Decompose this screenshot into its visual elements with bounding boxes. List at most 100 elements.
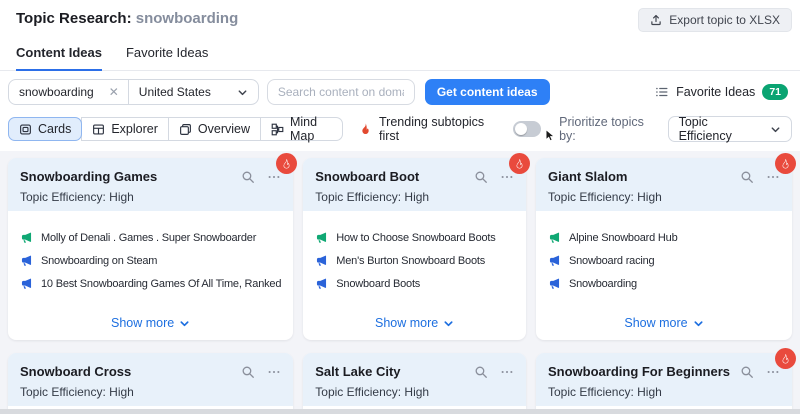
search-icon[interactable]	[241, 170, 255, 184]
view-mind-map-label: Mind Map	[290, 115, 332, 143]
card-items: Alpine Snowboard Hub Snowboard racing Sn…	[536, 211, 792, 290]
card-efficiency: Topic Efficiency: High	[315, 385, 514, 399]
search-icon[interactable]	[474, 365, 488, 379]
mindmap-view-icon	[271, 123, 284, 136]
chevron-down-icon	[443, 318, 454, 329]
megaphone-icon	[20, 277, 33, 290]
favorite-ideas-label: Favorite Ideas	[676, 85, 755, 99]
subtopic-headline[interactable]: Molly of Denali . Games . Super Snowboar…	[20, 231, 281, 244]
tab-favorite-ideas-label: Favorite Ideas	[126, 45, 208, 60]
megaphone-icon	[315, 277, 328, 290]
search-icon[interactable]	[740, 365, 754, 379]
card-efficiency: Topic Efficiency: High	[20, 190, 281, 204]
views-row: Cards Explorer Overview	[0, 113, 800, 151]
close-icon[interactable]: ✕	[100, 86, 128, 98]
show-more-button[interactable]: Show more	[303, 315, 526, 331]
item-text: Snowboard racing	[569, 255, 654, 267]
subtopic-headline[interactable]: How to Choose Snowboard Boots	[315, 231, 514, 244]
page-title-query: snowboarding	[136, 10, 239, 27]
item-text: Men's Burton Snowboard Boots	[336, 255, 485, 267]
topic-card: Salt Lake City Topic Efficiency: High	[303, 353, 526, 414]
get-content-ideas-button[interactable]: Get content ideas	[425, 79, 550, 105]
cards-view-icon	[19, 123, 32, 136]
prioritize-select-value: Topic Efficiency	[679, 115, 760, 143]
more-options-icon[interactable]	[500, 365, 514, 379]
subtopic-headline[interactable]: 10 Best Snowboarding Games Of All Time, …	[20, 277, 281, 290]
item-text: Snowboarding	[569, 278, 637, 290]
megaphone-icon	[548, 277, 561, 290]
country-select[interactable]: United States	[129, 85, 258, 99]
megaphone-icon	[20, 254, 33, 267]
more-options-icon[interactable]	[267, 365, 281, 379]
subtopic-headline[interactable]: Snowboarding	[548, 277, 780, 290]
search-row: snowboarding ✕ United States Get content…	[0, 71, 800, 113]
card-header: Salt Lake City Topic Efficiency: High	[303, 353, 526, 406]
item-text: Snowboard Boots	[336, 278, 420, 290]
card-header: Snowboard Cross Topic Efficiency: High	[8, 353, 293, 406]
subtopic-headline[interactable]: Men's Burton Snowboard Boots	[315, 254, 514, 267]
subtopic-headline[interactable]: Snowboard Boots	[315, 277, 514, 290]
more-options-icon[interactable]	[500, 170, 514, 184]
topic-card: Snowboard Boot Topic Efficiency: High	[303, 158, 526, 340]
card-header: Snowboarding For Beginners Topic Efficie…	[536, 353, 792, 406]
page-title-prefix: Topic Research:	[16, 10, 132, 27]
more-options-icon[interactable]	[267, 170, 281, 184]
trending-subtopics-control: Trending subtopics first	[359, 115, 559, 143]
trending-badge	[775, 348, 796, 369]
domain-search-input[interactable]	[267, 79, 415, 105]
view-mind-map[interactable]: Mind Map	[260, 117, 343, 141]
subtopic-headline[interactable]: Snowboarding on Steam	[20, 254, 281, 267]
view-overview[interactable]: Overview	[168, 117, 261, 141]
tabs-bar: Content Ideas Favorite Ideas	[0, 45, 800, 71]
card-header: Snowboarding Games Topic Efficiency: Hig…	[8, 158, 293, 211]
toggle-knob	[515, 123, 527, 135]
card-actions	[740, 365, 780, 379]
show-more-button[interactable]: Show more	[8, 315, 293, 331]
search-icon[interactable]	[740, 170, 754, 184]
megaphone-icon	[548, 254, 561, 267]
item-text: 10 Best Snowboarding Games Of All Time, …	[41, 278, 281, 290]
bottom-scrollbar[interactable]	[0, 409, 800, 414]
favorites-count-badge: 71	[762, 84, 788, 100]
topic-card: Giant Slalom Topic Efficiency: High	[536, 158, 792, 340]
search-icon[interactable]	[241, 365, 255, 379]
favorite-ideas-link[interactable]: Favorite Ideas 71	[655, 84, 792, 100]
card-actions	[241, 365, 281, 379]
view-overview-label: Overview	[198, 122, 250, 136]
view-cards[interactable]: Cards	[8, 117, 82, 141]
list-icon	[655, 85, 669, 99]
item-text: Alpine Snowboard Hub	[569, 232, 678, 244]
item-text: Snowboarding on Steam	[41, 255, 157, 267]
keyword-input[interactable]: snowboarding	[9, 85, 100, 99]
trending-badge	[276, 153, 297, 174]
tab-content-ideas-label: Content Ideas	[16, 45, 102, 60]
search-icon[interactable]	[474, 170, 488, 184]
prioritize-select[interactable]: Topic Efficiency	[668, 116, 792, 142]
subtopic-headline[interactable]: Snowboard racing	[548, 254, 780, 267]
subtopic-headline[interactable]: Alpine Snowboard Hub	[548, 231, 780, 244]
card-items: Molly of Denali . Games . Super Snowboar…	[8, 211, 293, 290]
view-explorer[interactable]: Explorer	[81, 117, 169, 141]
card-efficiency: Topic Efficiency: High	[315, 190, 514, 204]
more-options-icon[interactable]	[766, 170, 780, 184]
chevron-down-icon	[179, 318, 190, 329]
chevron-down-icon	[237, 87, 248, 98]
more-options-icon[interactable]	[766, 365, 780, 379]
export-button-label: Export topic to XLSX	[669, 13, 780, 27]
export-button[interactable]: Export topic to XLSX	[638, 8, 792, 32]
card-header: Giant Slalom Topic Efficiency: High	[536, 158, 792, 211]
tab-favorite-ideas[interactable]: Favorite Ideas	[126, 45, 208, 70]
trending-toggle[interactable]	[513, 121, 542, 137]
show-more-button[interactable]: Show more	[536, 315, 792, 331]
explorer-view-icon	[92, 123, 105, 136]
chevron-down-icon	[693, 318, 704, 329]
tab-content-ideas[interactable]: Content Ideas	[16, 45, 102, 71]
card-actions	[474, 365, 514, 379]
card-efficiency: Topic Efficiency: High	[548, 190, 780, 204]
megaphone-icon	[548, 231, 561, 244]
upload-icon	[650, 14, 662, 26]
item-text: How to Choose Snowboard Boots	[336, 232, 495, 244]
prioritize-control: Prioritize topics by: Topic Efficiency	[559, 115, 792, 143]
cards-grid: Snowboarding Games Topic Efficiency: Hig…	[8, 158, 792, 414]
item-text: Molly of Denali . Games . Super Snowboar…	[41, 232, 256, 244]
